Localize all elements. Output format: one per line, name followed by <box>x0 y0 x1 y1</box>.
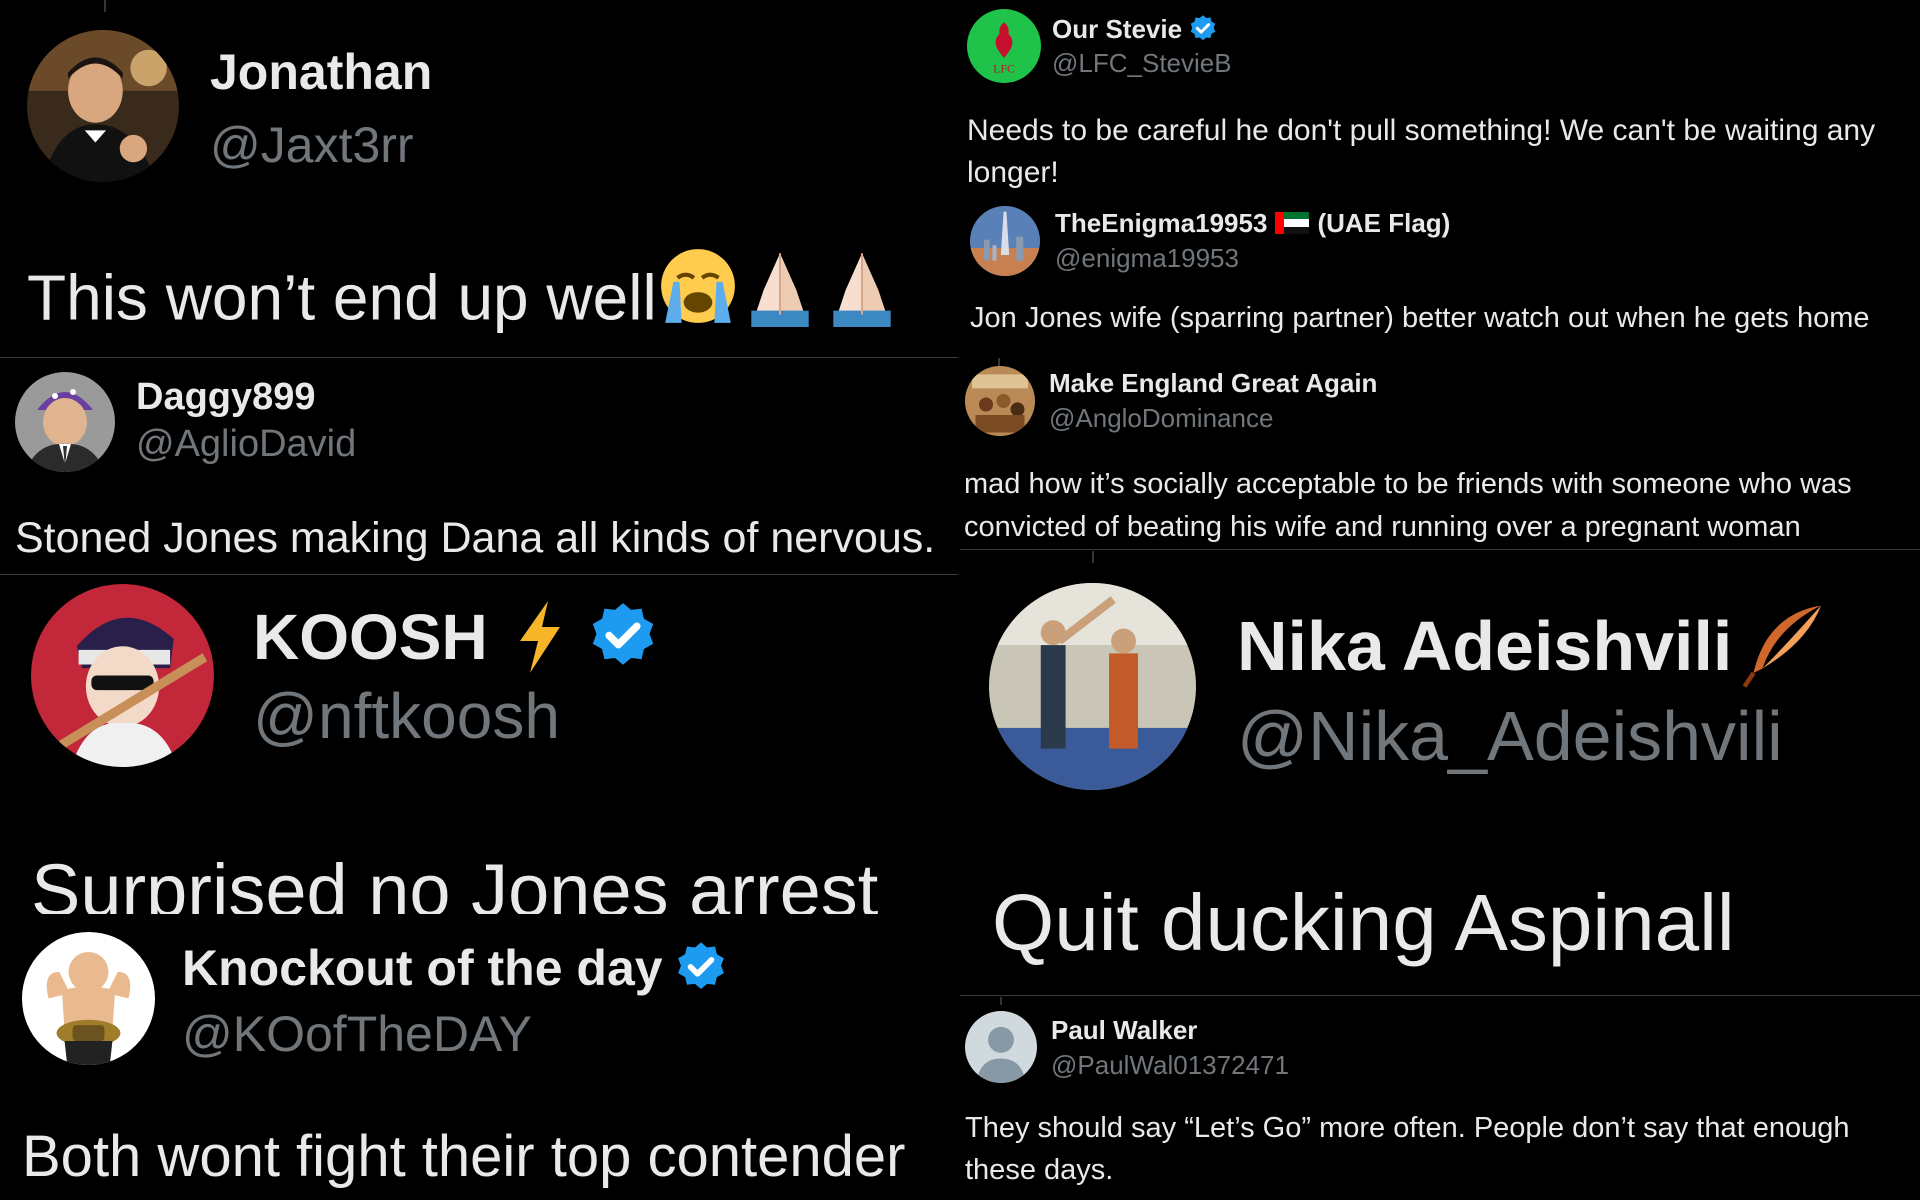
default-avatar-icon <box>965 1011 1037 1083</box>
tweet-text: Needs to be careful he don't pull someth… <box>967 114 1876 189</box>
user-handle[interactable]: @AngloDominance <box>1049 405 1273 431</box>
user-handle[interactable]: @enigma19953 <box>1055 245 1239 271</box>
feather-icon <box>1740 601 1830 691</box>
user-handle[interactable]: @AglioDavid <box>136 425 356 463</box>
display-name[interactable]: Jonathan <box>210 47 432 97</box>
tweet-text: Quit ducking Aspinall <box>992 878 1735 967</box>
verified-badge-icon <box>586 600 660 674</box>
display-name-text: Knockout of the day <box>182 940 663 996</box>
folded-hands-icon <box>739 245 821 346</box>
separator <box>0 574 958 575</box>
display-name[interactable]: Make England Great Again <box>1049 370 1377 396</box>
tweet-text-content: This won’t end up well <box>27 261 657 334</box>
avatar[interactable] <box>965 1011 1037 1083</box>
tweet-text: Both wont fight their top contender <box>22 1124 906 1189</box>
display-name[interactable]: KOOSH <box>253 600 660 674</box>
person-photo-icon <box>15 372 115 472</box>
tweet-text: Jon Jones wife (sparring partner) better… <box>970 302 1870 334</box>
display-name-text: KOOSH <box>253 601 488 673</box>
display-name-text: TheEnigma19953 <box>1055 208 1268 238</box>
user-handle[interactable]: @KOofTheDAY <box>182 1009 532 1059</box>
tweet-card-theenigma19953[interactable]: TheEnigma19953 (UAE Flag) @enigma19953 J… <box>960 198 1920 358</box>
lightning-icon <box>516 601 564 673</box>
display-name-text: Nika Adeishvili <box>1237 607 1733 685</box>
avatar[interactable] <box>965 366 1035 436</box>
fighter-cartoon-icon <box>22 932 155 1065</box>
user-handle[interactable]: @Jaxt3rr <box>210 120 414 170</box>
tweet-text: This won’t end up well <box>27 245 903 346</box>
display-name[interactable]: Paul Walker <box>1051 1017 1197 1043</box>
anime-avatar-icon <box>31 584 214 767</box>
avatar[interactable] <box>970 206 1040 276</box>
avatar[interactable] <box>15 372 115 472</box>
display-name-text: Our Stevie <box>1052 14 1183 44</box>
verified-badge-icon <box>1188 14 1218 44</box>
avatar-crest-text: LFC <box>993 62 1015 76</box>
tweet-text: Surprised no Jones arrest <box>31 849 879 914</box>
user-handle[interactable]: @nftkoosh <box>253 684 560 748</box>
display-name[interactable]: TheEnigma19953 (UAE Flag) <box>1055 210 1450 236</box>
person-photo-icon <box>27 30 179 182</box>
avatar[interactable] <box>27 30 179 182</box>
avatar[interactable] <box>22 932 155 1065</box>
avatar[interactable] <box>31 584 214 767</box>
display-name[interactable]: Daggy899 <box>136 378 316 416</box>
gym-photo-icon <box>989 583 1196 790</box>
tweet-card-make-england-great-again[interactable]: Make England Great Again @AngloDominance… <box>960 358 1920 548</box>
tweet-card-daggy899[interactable]: Daggy899 @AglioDavid Stoned Jones making… <box>0 359 958 573</box>
thread-line <box>104 0 106 12</box>
user-handle[interactable]: @LFC_StevieB <box>1052 50 1232 76</box>
separator <box>0 357 958 358</box>
verified-badge-icon <box>673 940 729 996</box>
display-name-suffix: (UAE Flag) <box>1317 208 1451 238</box>
user-handle[interactable]: @PaulWal01372471 <box>1051 1052 1289 1078</box>
tweet-card-knockout-of-the-day[interactable]: Knockout of the day @KOofTheDAY Both won… <box>0 914 958 1200</box>
display-name[interactable]: Our Stevie <box>1052 14 1218 44</box>
user-handle[interactable]: @Nika_Adeishvili <box>1237 701 1783 771</box>
avatar[interactable]: LFC <box>967 9 1041 83</box>
tweet-card-our-stevie[interactable]: LFC Our Stevie @LFC_StevieB Needs to be … <box>960 0 1920 198</box>
avatar[interactable] <box>989 583 1196 790</box>
tweet-text: mad how it’s socially acceptable to be f… <box>964 468 1852 543</box>
thread-line <box>1092 551 1094 563</box>
tweet-card-jonathan[interactable]: Jonathan @Jaxt3rr This won’t end up well <box>0 0 958 355</box>
loudly-crying-face-icon <box>657 245 739 346</box>
separator <box>960 549 1920 550</box>
display-name[interactable]: Nika Adeishvili <box>1237 601 1830 691</box>
thread-line <box>1000 997 1002 1005</box>
folded-hands-icon <box>821 245 903 346</box>
tweet-card-koosh[interactable]: KOOSH @nftkoosh Surprised no Jones arres… <box>0 576 958 914</box>
uae-flag-icon <box>1275 212 1310 234</box>
city-skyline-icon <box>970 206 1040 276</box>
tweet-card-nika-adeishvili[interactable]: Nika Adeishvili @Nika_Adeishvili Quit du… <box>960 551 1920 995</box>
separator <box>960 995 1920 996</box>
thread-line <box>998 358 1000 366</box>
lfc-crest-icon: LFC <box>967 9 1041 83</box>
tweet-text: Stoned Jones making Dana all kinds of ne… <box>15 514 936 562</box>
tweet-card-paul-walker[interactable]: Paul Walker @PaulWal01372471 They should… <box>960 997 1920 1200</box>
display-name[interactable]: Knockout of the day <box>182 940 729 996</box>
painting-avatar-icon <box>965 366 1035 436</box>
tweet-text: They should say “Let’s Go” more often. P… <box>965 1112 1850 1186</box>
